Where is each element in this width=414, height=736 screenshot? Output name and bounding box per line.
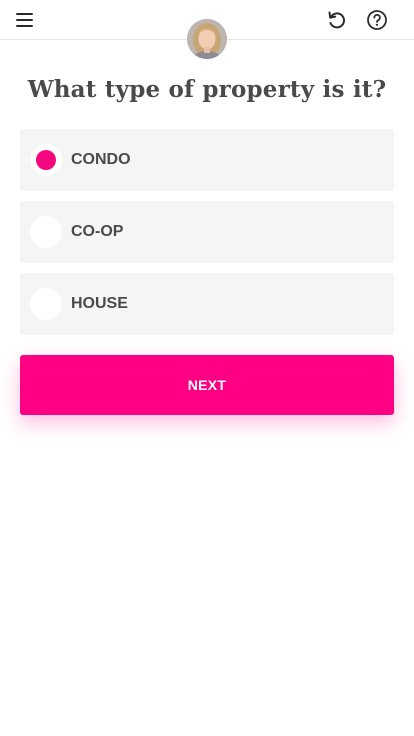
option-label: CO-OP — [71, 223, 124, 240]
option-label: CONDO — [71, 151, 131, 168]
option-co-op[interactable]: CO-OP — [20, 201, 394, 263]
radio-button[interactable] — [30, 288, 62, 320]
avatar — [187, 19, 227, 59]
hamburger-menu-icon[interactable] — [15, 11, 35, 29]
option-label: HOUSE — [71, 295, 128, 312]
undo-icon[interactable] — [326, 9, 348, 31]
radio-button[interactable] — [30, 216, 62, 248]
option-house[interactable]: HOUSE — [20, 273, 394, 335]
question-heading: What type of property is it? — [27, 76, 387, 103]
option-condo[interactable]: CONDO — [20, 129, 394, 191]
radio-button-selected[interactable] — [30, 144, 62, 176]
next-button[interactable]: NEXT — [20, 355, 394, 415]
help-circle-icon[interactable] — [366, 9, 388, 31]
avatar-image — [187, 19, 227, 59]
